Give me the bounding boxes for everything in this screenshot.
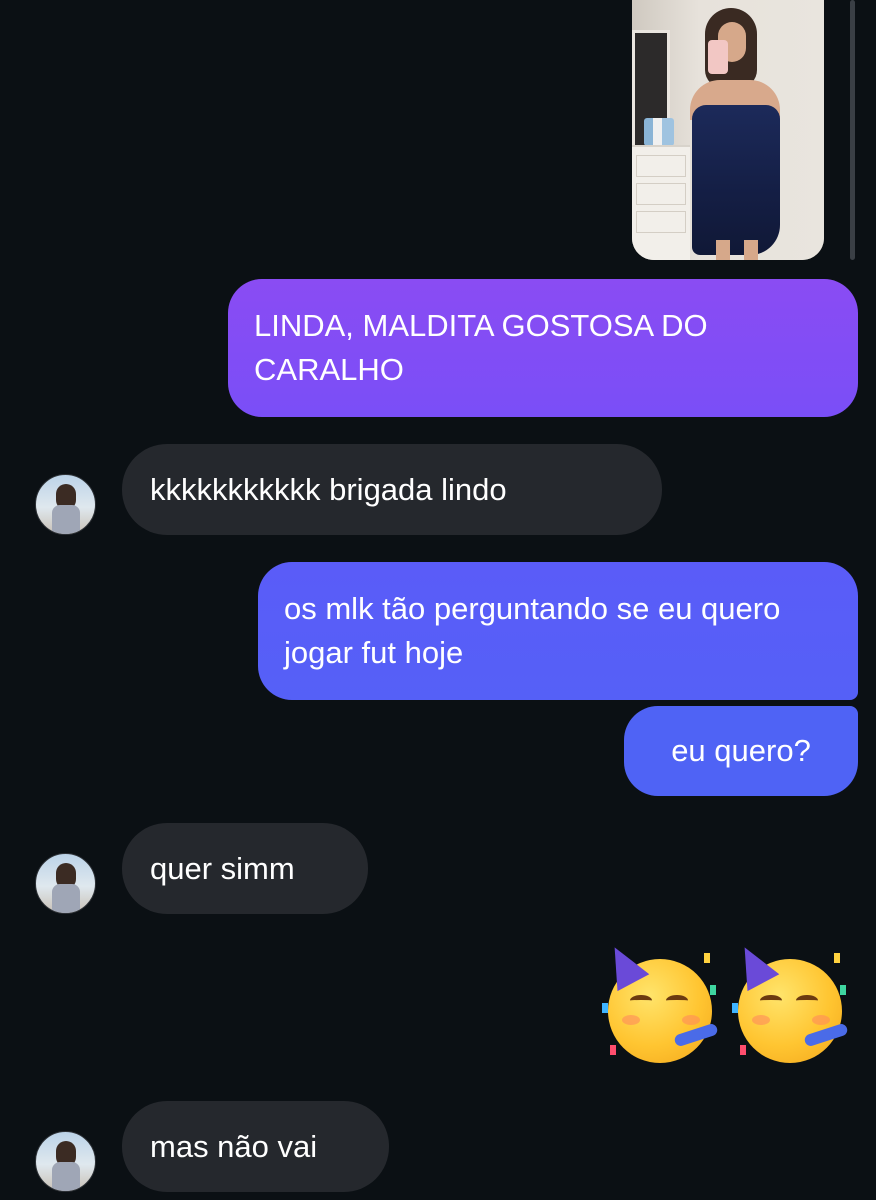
emoji-blush: [812, 1015, 830, 1025]
emoji-eye: [630, 995, 652, 1006]
message-text: LINDA, MALDITA GOSTOSA DO CARALHO: [254, 308, 708, 387]
message-text: eu quero?: [671, 733, 811, 768]
photo-phone: [708, 40, 728, 74]
photo-drawer: [636, 155, 686, 177]
confetti-piece: [732, 1003, 738, 1013]
emoji-eye: [666, 995, 688, 1006]
incoming-message-bubble[interactable]: quer simm: [122, 823, 368, 914]
confetti-piece: [710, 985, 716, 995]
partying-face-emoji-icon: [728, 938, 852, 1067]
emoji-blush: [752, 1015, 770, 1025]
photo-person-leg: [744, 240, 758, 260]
contact-avatar[interactable]: [35, 1131, 96, 1192]
contact-avatar[interactable]: [35, 474, 96, 535]
contact-avatar[interactable]: [35, 853, 96, 914]
avatar-body: [52, 505, 80, 534]
confetti-piece: [610, 1045, 616, 1055]
photo-drawer: [636, 183, 686, 205]
confetti-piece: [834, 953, 840, 963]
photo-person-leg: [716, 240, 730, 260]
outgoing-message-bubble[interactable]: os mlk tão perguntando se eu quero jogar…: [258, 562, 858, 700]
outgoing-message-bubble[interactable]: eu quero?: [624, 706, 858, 796]
scrollbar[interactable]: [850, 0, 855, 260]
chat-thread: LINDA, MALDITA GOSTOSA DO CARALHO kkkkkk…: [0, 0, 876, 1200]
confetti-piece: [840, 985, 846, 995]
avatar-body: [52, 1162, 80, 1191]
photo-cabinet: [632, 145, 690, 260]
message-text: quer simm: [150, 850, 295, 886]
confetti-piece: [704, 953, 710, 963]
incoming-message-bubble[interactable]: mas não vai: [122, 1101, 389, 1192]
partying-face-emoji-icon: [598, 938, 722, 1067]
photo-bottles: [644, 118, 674, 146]
message-text: mas não vai: [150, 1128, 318, 1164]
incoming-message-bubble[interactable]: kkkkkkkkkkk brigada lindo: [122, 444, 662, 535]
photo-person-dress: [692, 105, 780, 255]
message-text: kkkkkkkkkkk brigada lindo: [150, 471, 507, 507]
emoji-eye: [760, 995, 782, 1006]
emoji-eye: [796, 995, 818, 1006]
message-text: os mlk tão perguntando se eu quero jogar…: [284, 591, 781, 670]
emoji-blush: [622, 1015, 640, 1025]
confetti-piece: [602, 1003, 608, 1013]
photo-drawer: [636, 211, 686, 233]
avatar-body: [52, 884, 80, 913]
outgoing-message-bubble[interactable]: LINDA, MALDITA GOSTOSA DO CARALHO: [228, 279, 858, 417]
shared-photo-message[interactable]: [632, 0, 824, 260]
outgoing-emoji-message[interactable]: [598, 938, 860, 1070]
emoji-blush: [682, 1015, 700, 1025]
confetti-piece: [740, 1045, 746, 1055]
